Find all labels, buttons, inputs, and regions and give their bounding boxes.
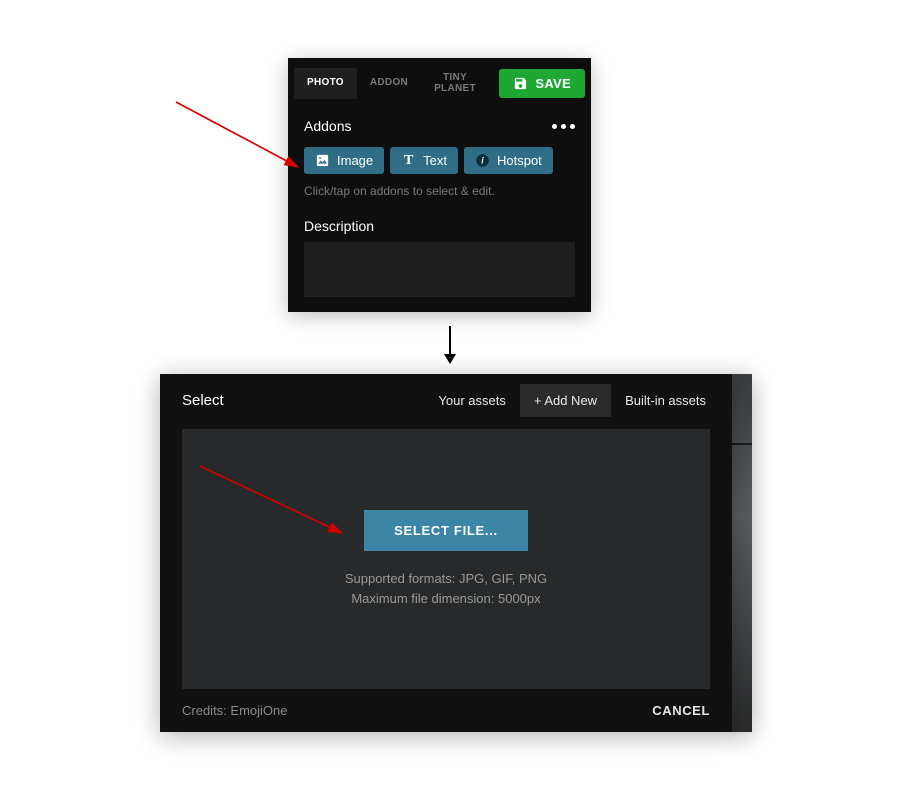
- tab-tiny-planet-line2: PLANET: [434, 83, 476, 94]
- tab-add-new[interactable]: + Add New: [520, 384, 611, 417]
- more-menu-icon[interactable]: [552, 124, 575, 129]
- flow-arrow-down-icon: [443, 324, 457, 366]
- addon-pills: Image T Text i Hotspot: [304, 147, 575, 174]
- addon-image-label: Image: [337, 153, 373, 168]
- addon-text-label: Text: [423, 153, 447, 168]
- addon-hotspot-button[interactable]: i Hotspot: [464, 147, 553, 174]
- addon-text-button[interactable]: T Text: [390, 147, 458, 174]
- upload-dropzone[interactable]: SELECT FILE... Supported formats: JPG, G…: [182, 429, 710, 689]
- background-preview-strip: [732, 374, 752, 732]
- max-dimension: Maximum file dimension: 5000px: [345, 589, 547, 609]
- description-label: Description: [304, 218, 575, 234]
- modal-title: Select: [182, 392, 224, 409]
- tab-addon[interactable]: ADDON: [357, 68, 421, 99]
- save-button-label: SAVE: [535, 76, 571, 91]
- tab-photo[interactable]: PHOTO: [294, 68, 357, 99]
- info-icon: i: [475, 153, 490, 168]
- upload-info-text: Supported formats: JPG, GIF, PNG Maximum…: [345, 569, 547, 608]
- save-button[interactable]: SAVE: [499, 69, 585, 98]
- text-icon: T: [401, 153, 416, 168]
- addons-hint: Click/tap on addons to select & edit.: [304, 184, 575, 198]
- editor-body: Addons Image T Text i Hotspot: [288, 104, 591, 312]
- cancel-button[interactable]: CANCEL: [652, 703, 710, 718]
- select-file-button[interactable]: SELECT FILE...: [364, 510, 528, 551]
- tab-tiny-planet-line1: TINY: [443, 72, 467, 83]
- save-icon: [513, 76, 528, 91]
- tab-tiny-planet[interactable]: TINY PLANET: [421, 63, 489, 104]
- image-icon: [315, 153, 330, 168]
- editor-panel: PHOTO ADDON TINY PLANET SAVE Addons: [288, 58, 591, 312]
- addon-hotspot-label: Hotspot: [497, 153, 542, 168]
- editor-tabs: PHOTO ADDON TINY PLANET SAVE: [288, 58, 591, 104]
- tab-your-assets[interactable]: Your assets: [424, 384, 519, 417]
- description-textarea[interactable]: [304, 242, 575, 297]
- addon-image-button[interactable]: Image: [304, 147, 384, 174]
- addons-heading: Addons: [304, 118, 351, 134]
- credits-text: Credits: EmojiOne: [182, 703, 287, 718]
- supported-formats: Supported formats: JPG, GIF, PNG: [345, 569, 547, 589]
- modal-tabs: Your assets + Add New Built-in assets: [424, 384, 720, 417]
- select-asset-modal: Select Your assets + Add New Built-in as…: [160, 374, 732, 732]
- tab-builtin-assets[interactable]: Built-in assets: [611, 384, 720, 417]
